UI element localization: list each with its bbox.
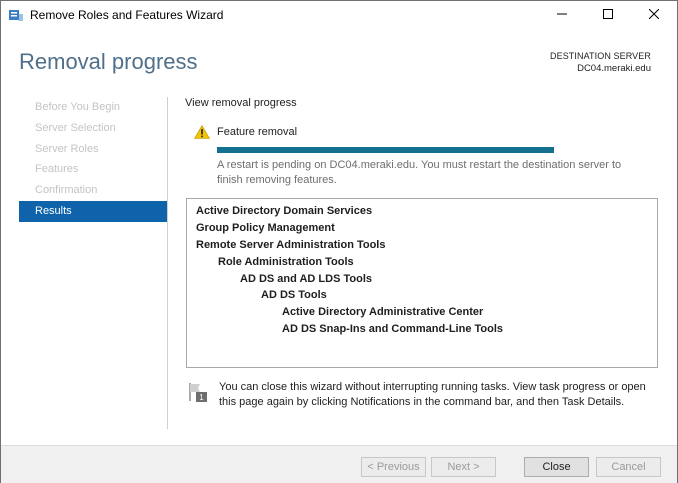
nav-item-server-selection: Server Selection [35,121,116,134]
result-item: Remote Server Administration Tools [196,238,386,251]
server-manager-icon [8,8,24,22]
nav-item-server-roles: Server Roles [35,142,99,155]
wizard-footer: < Previous Next > Close Cancel [1,445,677,483]
close-wizard-note: You can close this wizard without interr… [219,381,646,408]
notification-flag-icon: 1 [188,381,210,406]
close-button[interactable]: Close [524,457,589,477]
progress-fill [217,147,554,153]
destination-server-value: DC04.meraki.edu [577,63,651,74]
result-item: AD DS Tools [261,289,327,302]
maximize-icon [603,9,613,22]
maximize-button[interactable] [585,1,631,30]
destination-server-label: DESTINATION SERVER [550,51,651,61]
result-item: Role Administration Tools [218,255,354,268]
feature-removal-label: Feature removal [217,126,298,138]
title-bar[interactable]: Remove Roles and Features Wizard [1,1,677,30]
result-item: AD DS Snap-Ins and Command-Line Tools [282,323,504,336]
warning-icon [193,124,211,142]
minimize-icon [557,9,567,22]
nav-item-features: Features [35,163,79,176]
result-item: AD DS and AD LDS Tools [240,272,372,285]
wizard-nav: Before You Begin Server Selection Server… [19,97,167,222]
page-title: Removal progress [19,49,198,74]
minimize-button[interactable] [539,1,585,30]
close-icon [648,8,660,22]
removal-progress-bar [217,147,554,153]
close-window-button[interactable] [631,1,677,30]
nav-divider [167,97,168,429]
restart-pending-message: A restart is pending on DC04.meraki.edu.… [217,159,622,186]
results-list[interactable]: Active Directory Domain Services Group Po… [186,198,658,368]
nav-item-results[interactable]: Results [19,200,167,222]
window-title: Remove Roles and Features Wizard [30,8,224,22]
svg-text:1: 1 [199,393,204,402]
nav-item-confirmation: Confirmation [35,184,98,197]
result-item: Active Directory Administrative Center [282,306,484,319]
next-button[interactable]: Next > [431,457,496,477]
cancel-button[interactable]: Cancel [596,457,661,477]
section-label: View removal progress [185,97,297,109]
result-item: Group Policy Management [196,221,335,234]
result-item: Active Directory Domain Services [196,205,373,217]
nav-item-before-you-begin: Before You Begin [35,101,121,113]
wizard-window: Remove Roles and Features Wizard Removal… [0,0,678,483]
previous-button[interactable]: < Previous [361,457,426,477]
